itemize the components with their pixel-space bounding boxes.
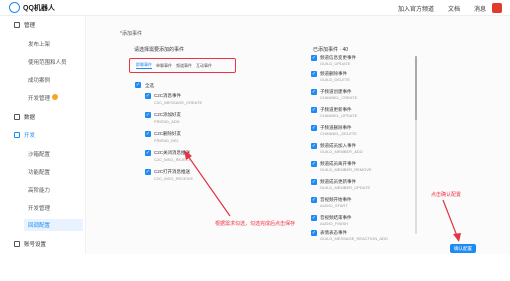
sidebar-item-callback-config[interactable]: 回调配置 — [24, 219, 83, 231]
event-code: GUILD_MEMBER_UPDATE — [320, 185, 371, 190]
top-nav: 加入官方频道 文档 消息 — [398, 4, 486, 13]
sidebar-group-account[interactable]: 账号设置 — [14, 240, 46, 248]
event-code: CHANNEL_CREATE — [320, 95, 358, 100]
tab-channel-events[interactable]: 频道事件 — [176, 63, 192, 69]
manage-icon — [14, 22, 20, 28]
join-channel-link[interactable]: 加入官方频道 — [398, 4, 434, 13]
event-checkbox[interactable]: ✓ — [311, 55, 317, 61]
event-checkbox[interactable]: ✓ — [145, 131, 151, 137]
event-code: FRIEND_ADD — [154, 119, 180, 124]
event-name: C2C消息事件 — [154, 93, 182, 98]
logo[interactable]: QQ机器人 — [9, 2, 55, 13]
annotation-left: 根据需求勾选，勾选完成后点击保存 — [215, 221, 296, 227]
event-checkbox[interactable]: ✓ — [311, 71, 317, 77]
event-code: GUILD_MESSAGE_REACTION_ADD — [320, 236, 388, 241]
sidebar-item-advanced[interactable]: 高阶能力 — [28, 186, 50, 194]
sidebar-item-publish[interactable]: 发布上架 — [28, 40, 50, 48]
top-bar: QQ机器人 加入官方频道 文档 消息 — [0, 0, 510, 16]
event-tabs: 群聊事件 单聊事件 频道事件 互动事件 — [129, 58, 236, 73]
left-panel-title: 请选择需要添加的事件 — [134, 47, 185, 53]
qq-bot-logo-icon — [9, 2, 20, 13]
event-checkbox[interactable]: ✓ — [145, 93, 151, 99]
page-title: *添加事件 — [120, 31, 142, 37]
sidebar-item-cases[interactable]: 成功案例 — [28, 76, 50, 84]
event-checkbox[interactable]: ✓ — [311, 215, 317, 221]
tab-single-events[interactable]: 单聊事件 — [156, 63, 172, 69]
event-code: AUDIO_FINISH — [320, 221, 349, 226]
event-checkbox[interactable]: ✓ — [311, 125, 317, 131]
event-checkbox[interactable]: ✓ — [311, 107, 317, 113]
event-name: C2C添加好友 — [154, 112, 182, 117]
event-code: GUILD_UPDATE — [320, 61, 351, 66]
event-checkbox[interactable]: ✓ — [311, 197, 317, 203]
docs-link[interactable]: 文档 — [448, 4, 460, 13]
event-checkbox[interactable]: ✓ — [145, 169, 151, 175]
event-code: C2C_MESSAGE_CREATE — [154, 100, 203, 105]
tab-group-events[interactable]: 群聊事件 — [136, 62, 152, 69]
sidebar-group-dev[interactable]: 开发 — [14, 131, 35, 139]
right-panel-title: 已添加事件 · 40 — [313, 47, 349, 53]
event-code: GUILD_MEMBER_ADD — [320, 149, 363, 154]
right-panel-scroll-thumb[interactable] — [415, 56, 417, 120]
event-checkbox[interactable]: ✓ — [145, 112, 151, 118]
data-icon — [14, 114, 20, 120]
event-checkbox[interactable]: ✓ — [311, 143, 317, 149]
sidebar-group-data[interactable]: 数据 — [14, 113, 35, 121]
sidebar-item-dev-manage-1[interactable]: 开发管理 — [28, 94, 58, 102]
event-code: AUDIO_START — [320, 203, 348, 208]
event-checkbox[interactable]: ✓ — [311, 179, 317, 185]
account-icon — [14, 241, 20, 247]
event-code: CHANNEL_DELETE — [320, 131, 357, 136]
dev-icon — [14, 132, 20, 138]
event-checkbox[interactable]: ✓ — [311, 89, 317, 95]
sidebar-item-dev-manage-2[interactable]: 开发管理 — [28, 204, 50, 212]
sidebar-item-sandbox[interactable]: 沙箱配置 — [28, 150, 50, 158]
select-all-label: 全选 — [145, 83, 154, 88]
event-checkbox[interactable]: ✓ — [311, 161, 317, 167]
sidebar-item-usage-scope[interactable]: 使用范围和人员 — [28, 58, 67, 66]
warning-badge-icon — [51, 94, 58, 100]
avatar[interactable] — [492, 3, 502, 13]
event-checkbox[interactable]: ✓ — [311, 230, 317, 236]
select-all-checkbox[interactable]: ✓ — [135, 82, 141, 88]
event-code: FRIEND_DEL — [154, 138, 179, 143]
app-title: QQ机器人 — [23, 4, 55, 12]
messages-link[interactable]: 消息 — [474, 4, 486, 13]
tab-interaction-events[interactable]: 互动事件 — [196, 63, 212, 69]
event-code: GUILD_DELETE — [320, 77, 351, 82]
annotation-arrow-left — [184, 150, 231, 217]
event-checkbox[interactable]: ✓ — [145, 150, 151, 156]
annotation-arrow-right — [442, 199, 461, 242]
annotation-right: 点击确认配置 — [431, 192, 462, 198]
event-name: C2C删除好友 — [154, 131, 182, 136]
sidebar-item-feature-config[interactable]: 功能配置 — [28, 168, 50, 176]
event-code: GUILD_MEMBER_REMOVE — [320, 167, 372, 172]
event-code: CHANNEL_UPDATE — [320, 113, 358, 118]
sidebar-group-manage[interactable]: 管理 — [14, 21, 35, 29]
confirm-config-button[interactable]: 确认配置 — [450, 244, 476, 253]
